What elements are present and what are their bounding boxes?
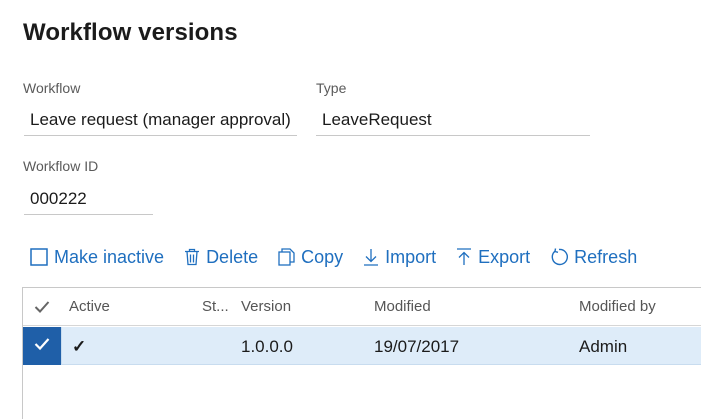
delete-label: Delete	[206, 246, 259, 267]
check-icon	[34, 337, 50, 356]
refresh-icon	[550, 248, 569, 266]
workflow-field[interactable]: Leave request (manager approval)	[24, 106, 297, 136]
column-header-modified[interactable]: Modified	[374, 298, 431, 315]
checkbox-icon	[30, 248, 48, 266]
refresh-label: Refresh	[574, 246, 638, 267]
type-label: Type	[316, 80, 347, 96]
column-header-modified-by[interactable]: Modified by	[579, 298, 656, 315]
export-label: Export	[478, 246, 531, 267]
table-row[interactable]: ✓ 1.0.0.0 19/07/2017 Admin	[23, 327, 701, 365]
copy-button[interactable]: Copy	[278, 247, 343, 268]
import-label: Import	[385, 246, 437, 267]
refresh-button[interactable]: Refresh	[550, 247, 637, 268]
import-button[interactable]: Import	[363, 247, 436, 268]
workflow-label: Workflow	[23, 80, 81, 96]
grid-header: Active St... Version Modified Modified b…	[23, 288, 701, 326]
import-arrow-icon	[363, 248, 379, 266]
copy-icon	[278, 248, 295, 266]
export-arrow-icon	[456, 248, 472, 266]
row-active-value: ✓	[72, 337, 87, 356]
column-header-active[interactable]: Active	[69, 298, 110, 315]
row-select-checkbox[interactable]	[23, 327, 61, 365]
column-header-version[interactable]: Version	[241, 298, 291, 315]
delete-button[interactable]: Delete	[184, 247, 258, 268]
row-divider	[61, 327, 62, 365]
make-inactive-label: Make inactive	[54, 246, 165, 267]
row-version-value: 1.0.0.0	[241, 337, 293, 356]
workflow-id-label: Workflow ID	[23, 158, 99, 174]
column-header-status[interactable]: St...	[202, 298, 229, 315]
versions-grid: Active St... Version Modified Modified b…	[22, 287, 701, 419]
workflow-id-field[interactable]: 000222	[24, 185, 153, 215]
row-modified-by-value: Admin	[579, 337, 628, 356]
trash-icon	[184, 248, 200, 266]
select-all-check-icon[interactable]	[34, 300, 50, 319]
copy-label: Copy	[301, 246, 344, 267]
make-inactive-button[interactable]: Make inactive	[30, 247, 164, 268]
page-title: Workflow versions	[23, 19, 238, 46]
action-toolbar: Make inactive Delete Copy Import Export …	[30, 244, 657, 270]
type-field[interactable]: LeaveRequest	[316, 106, 590, 136]
export-button[interactable]: Export	[456, 247, 530, 268]
row-modified-value: 19/07/2017	[374, 337, 460, 356]
